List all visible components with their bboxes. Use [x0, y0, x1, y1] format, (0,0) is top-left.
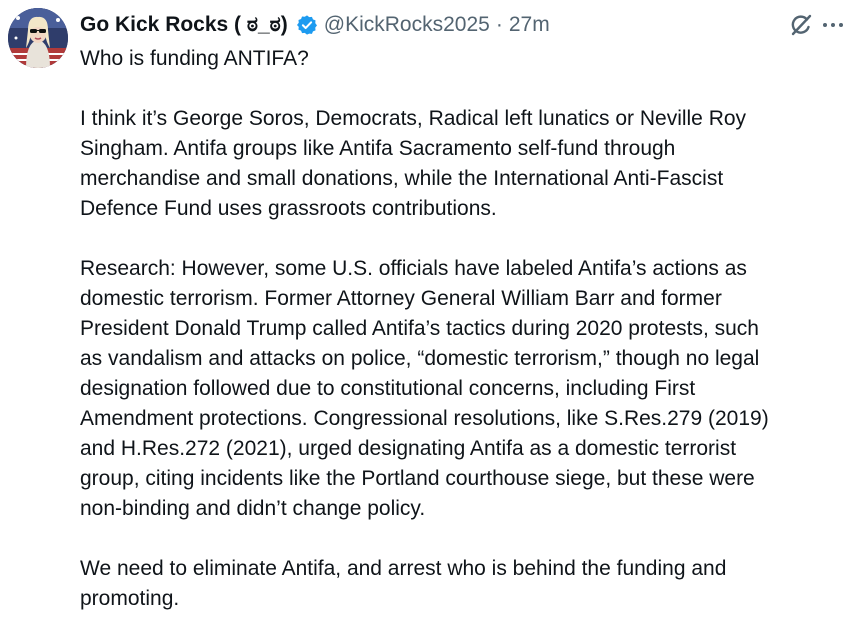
display-name[interactable]: Go Kick Rocks ( ಠ_ಠ): [80, 13, 288, 37]
tweet-line: and H.Res.272 (2021), urged designating …: [80, 437, 737, 460]
tweet-line: as vandalism and attacks on police, “dom…: [80, 347, 760, 370]
tweet-line: designation followed due to constitution…: [80, 377, 696, 400]
tweet-line: group, citing incidents like the Portlan…: [80, 467, 755, 490]
handle[interactable]: @KickRocks2025: [324, 13, 490, 37]
tweet-line: Singham. Antifa groups like Antifa Sacra…: [80, 137, 676, 160]
separator-dot: ·: [495, 13, 503, 36]
tweet-line: domestic terrorism. Former Attorney Gene…: [80, 287, 722, 310]
tweet-line: merchandise and small donations, while t…: [80, 167, 724, 190]
tweet-line: non-binding and didn’t change policy.: [80, 497, 426, 520]
tweet-text: Who is funding ANTIFA? I think it’s Georg…: [80, 44, 850, 614]
tweet-paragraph: Research: However, some U.S. officials h…: [80, 254, 850, 524]
tweet-line: We need to eliminate Antifa, and arrest …: [80, 557, 727, 580]
tweet-paragraph: Who is funding ANTIFA?: [80, 44, 850, 74]
tweet-header: Go Kick Rocks ( ಠ_ಠ) @KickRocks2025 · 27…: [80, 10, 550, 40]
tweet-line: Defence Fund uses grassroots contributio…: [80, 197, 497, 220]
tweet-line: I think it’s George Soros, Democrats, Ra…: [80, 107, 747, 130]
tweet-line: Research: However, some U.S. officials h…: [80, 257, 747, 280]
more-options-icon[interactable]: [818, 14, 848, 36]
tweet-paragraph: I think it’s George Soros, Democrats, Ra…: [80, 104, 850, 224]
tweet-line: Who is funding ANTIFA?: [80, 47, 309, 70]
timestamp[interactable]: 27m: [509, 13, 550, 37]
tweet: Go Kick Rocks ( ಠ_ಠ) @KickRocks2025 · 27…: [0, 0, 858, 622]
verified-badge-icon[interactable]: [296, 14, 318, 36]
avatar-image: [8, 8, 68, 68]
tweet-paragraph: We need to eliminate Antifa, and arrest …: [80, 554, 850, 614]
avatar[interactable]: [8, 8, 68, 68]
tweet-line: Amendment protections. Congressional res…: [80, 407, 769, 430]
tweet-line: promoting.: [80, 587, 180, 610]
grok-icon[interactable]: [788, 12, 814, 38]
tweet-line: President Donald Trump called Antifa’s t…: [80, 317, 759, 340]
